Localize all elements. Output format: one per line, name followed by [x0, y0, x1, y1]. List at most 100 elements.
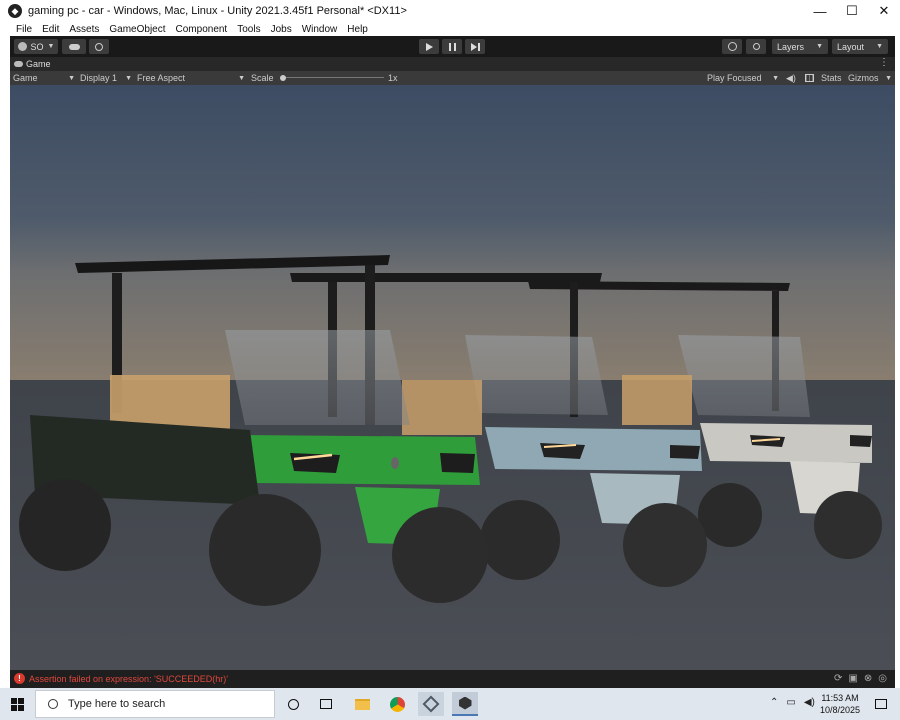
play-icon — [425, 42, 433, 51]
game-viewport[interactable] — [10, 85, 895, 670]
error-message: Assertion failed on expression: 'SUCCEED… — [29, 673, 229, 684]
search-button[interactable] — [746, 39, 766, 54]
unity-logo-icon — [458, 696, 472, 710]
chevron-down-icon: ▼ — [68, 74, 75, 82]
task-view-icon[interactable] — [313, 692, 339, 716]
debug-icon[interactable]: ⊗ — [864, 673, 872, 684]
gizmos-label: Gizmos — [848, 73, 879, 83]
game-view-toolbar: Game ▼ Display 1 ▼ Free Aspect ▼ Scale 1… — [10, 71, 895, 85]
folder-icon — [354, 698, 370, 710]
volume-icon[interactable]: ◀) — [804, 697, 815, 708]
tab-strip: Game ⋮ — [10, 57, 895, 71]
menu-gameobject[interactable]: GameObject — [109, 24, 165, 35]
chevron-down-icon: ▼ — [876, 43, 883, 50]
chevron-down-icon: ▼ — [885, 74, 892, 82]
grid-toggle[interactable] — [803, 71, 815, 85]
menu-bar: File Edit Assets GameObject Component To… — [0, 22, 900, 36]
account-label: SO — [30, 41, 44, 52]
scale-slider[interactable] — [280, 75, 384, 81]
menu-jobs[interactable]: Jobs — [271, 24, 292, 35]
play-mode-select[interactable]: Play Focused ▼ — [707, 71, 779, 85]
chevron-down-icon: ▼ — [816, 43, 823, 50]
unity-hub-cube-icon — [422, 695, 440, 713]
more-options-icon[interactable]: ⋮ — [879, 57, 889, 68]
play-button[interactable] — [419, 39, 439, 54]
minimize-button[interactable]: — — [804, 0, 836, 22]
file-explorer-icon[interactable] — [349, 692, 375, 716]
unity-toolbar: SO ▼ Layers ▼ Layout ▼ — [10, 36, 895, 57]
windows-logo-tile — [10, 704, 17, 711]
gizmos-dropdown[interactable]: Gizmos ▼ — [848, 71, 892, 85]
pause-button[interactable] — [442, 39, 462, 54]
close-button[interactable]: ✕ — [868, 0, 900, 22]
history-button[interactable] — [722, 39, 742, 54]
menu-help[interactable]: Help — [347, 24, 368, 35]
menu-edit[interactable]: Edit — [42, 24, 59, 35]
unity-hub-icon[interactable] — [418, 692, 444, 716]
cortana-icon[interactable] — [280, 692, 306, 716]
status-icons: ⟳ ▣ ⊗ ◎ — [834, 673, 887, 684]
stats-button[interactable]: Stats — [821, 71, 842, 85]
unity-logo-icon: ◆ — [8, 4, 22, 18]
menu-assets[interactable]: Assets — [69, 24, 99, 35]
scale-label: Scale — [251, 73, 274, 83]
display-select[interactable]: Display 1 ▼ — [80, 71, 132, 85]
account-dropdown[interactable]: SO ▼ — [14, 39, 58, 54]
task-view-glyph-icon — [320, 699, 332, 709]
menu-component[interactable]: Component — [176, 24, 228, 35]
scene-render — [10, 85, 895, 670]
gamepad-icon — [14, 61, 23, 67]
pause-icon — [448, 42, 456, 51]
menu-window[interactable]: Window — [302, 24, 338, 35]
aspect-select-label: Free Aspect — [137, 73, 186, 83]
view-select-label: Game — [13, 73, 38, 83]
scale-slider-track — [280, 77, 384, 78]
tab-game-label: Game — [26, 59, 51, 69]
layout-dropdown[interactable]: Layout ▼ — [832, 39, 888, 54]
progress-icon[interactable]: ⟳ — [834, 673, 842, 684]
tray-overflow-icon[interactable]: ⌃ — [770, 697, 778, 708]
aspect-select[interactable]: Free Aspect ▼ — [137, 71, 245, 85]
windows-start-icon[interactable] — [4, 692, 30, 716]
cloud-icon — [68, 43, 80, 50]
windows-logo-tile — [10, 697, 17, 704]
windows-logo-tile — [17, 704, 24, 711]
notifications-icon[interactable] — [868, 692, 894, 716]
chevron-down-icon: ▼ — [772, 74, 779, 82]
network-icon[interactable]: ▭ — [786, 697, 795, 708]
chevron-down-icon: ▼ — [125, 74, 132, 82]
maximize-button[interactable]: ☐ — [836, 0, 868, 22]
cortana-circle-icon — [287, 698, 299, 710]
taskbar-search-box[interactable]: Type here to search — [35, 690, 275, 718]
notification-bubble-icon — [875, 699, 887, 709]
console-status-bar[interactable]: ! Assertion failed on expression: 'SUCCE… — [10, 670, 895, 688]
scale-slider-handle[interactable] — [280, 75, 286, 81]
cache-icon[interactable]: ▣ — [848, 673, 857, 684]
collab-icon — [95, 42, 103, 51]
unity-editor-icon[interactable] — [452, 692, 478, 716]
mute-audio-icon[interactable]: ◀) — [786, 71, 796, 85]
taskbar-clock[interactable]: 11:53 AM 10/8/2025 — [818, 692, 862, 716]
cloud-button[interactable] — [62, 39, 86, 54]
system-tray: ⌃ ▭ ◀) — [770, 697, 815, 708]
collab-button[interactable] — [89, 39, 109, 54]
grid-icon — [804, 74, 814, 82]
windows-logo-tile — [17, 697, 24, 704]
chrome-logo-icon — [389, 696, 405, 712]
layers-dropdown[interactable]: Layers ▼ — [772, 39, 828, 54]
windows-logo-icon — [10, 697, 24, 711]
tab-game[interactable]: Game — [14, 57, 51, 71]
search-icon — [752, 43, 760, 50]
step-button[interactable] — [465, 39, 485, 54]
menu-tools[interactable]: Tools — [237, 24, 260, 35]
layout-label: Layout — [837, 41, 865, 52]
search-icon — [48, 699, 58, 709]
auto-generate-lighting-icon[interactable]: ◎ — [878, 673, 887, 684]
console-error-entry[interactable]: ! Assertion failed on expression: 'SUCCE… — [14, 673, 228, 684]
view-select[interactable]: Game ▼ — [13, 71, 75, 85]
window-title: gaming pc - car - Windows, Mac, Linux - … — [28, 5, 407, 17]
step-bar-icon — [477, 42, 480, 51]
error-icon: ! — [14, 673, 25, 684]
chrome-icon[interactable] — [384, 692, 410, 716]
menu-file[interactable]: File — [16, 24, 32, 35]
